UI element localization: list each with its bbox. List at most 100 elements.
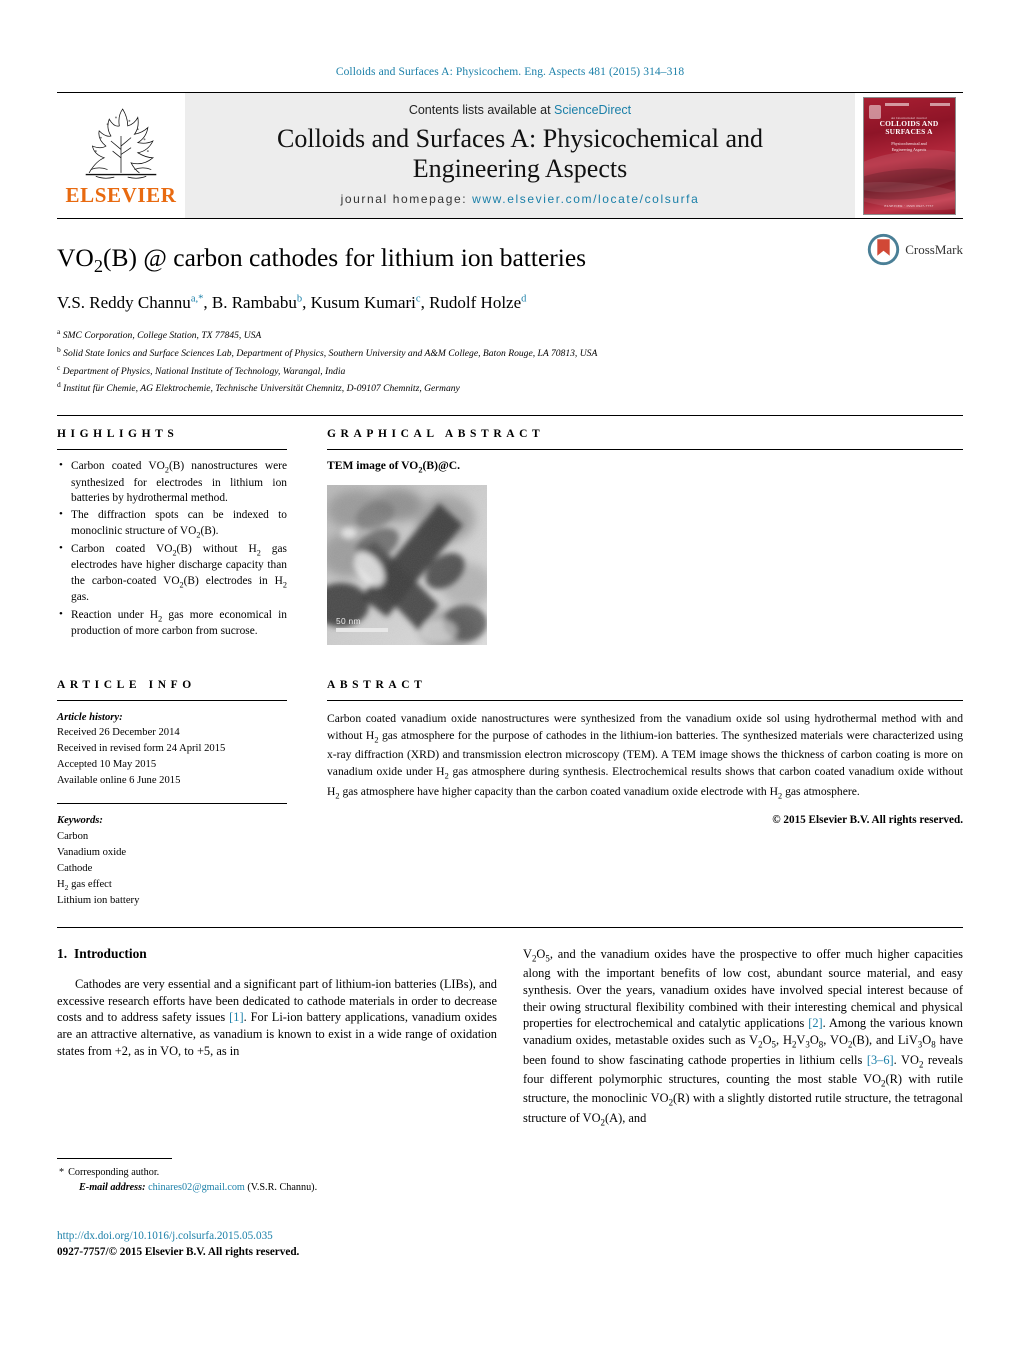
affiliation-mark: c bbox=[57, 362, 61, 372]
author-name: Rudolf Holze bbox=[429, 293, 522, 313]
keyword-item: Cathode bbox=[57, 862, 93, 874]
asterisk-icon: * bbox=[59, 1167, 65, 1178]
author-marks[interactable]: b bbox=[297, 293, 302, 304]
sciencedirect-link[interactable]: ScienceDirect bbox=[554, 103, 631, 117]
email-owner: (V.S.R. Channu). bbox=[247, 1182, 318, 1194]
body-column-right: V2O5, and the vanadium oxides have the p… bbox=[523, 946, 963, 1137]
list-item: Carbon coated VO2(B) without H2 gas elec… bbox=[59, 541, 287, 605]
abstract-column: ABSTRACT Carbon coated vanadium oxide na… bbox=[305, 667, 963, 909]
homepage-label: journal homepage: bbox=[340, 191, 473, 206]
highlights-rule bbox=[57, 449, 287, 451]
contents-prefix: Contents lists available at bbox=[408, 103, 555, 118]
journal-cover-block: An International Journal COLLOIDS AND SU… bbox=[855, 93, 963, 218]
list-item: Carbon coated VO2(B) nanostructures were… bbox=[59, 458, 287, 506]
cover-sub-line2: Engineering Aspects bbox=[891, 146, 927, 152]
section-title-introduction: 1. Introduction bbox=[57, 946, 497, 962]
affiliation-mark: d bbox=[57, 380, 61, 390]
affiliation-text: SMC Corporation, College Station, TX 778… bbox=[62, 330, 262, 342]
abstract-rule bbox=[327, 699, 963, 701]
keywords-block: Keywords: Carbon Vanadium oxide Cathode … bbox=[57, 813, 287, 909]
cover-bottom-text: ELSEVIER · ISSN 0927-7757 bbox=[884, 203, 934, 208]
keyword-item: Carbon bbox=[57, 830, 89, 842]
keywords-label: Keywords: bbox=[57, 814, 103, 826]
homepage-url[interactable]: www.elsevier.com/locate/colsurfa bbox=[472, 192, 699, 206]
cover-top-rules bbox=[869, 102, 950, 107]
cover-top-small: An International Journal bbox=[891, 115, 927, 120]
title-area: CrossMark VO2(B) @ carbon cathodes for l… bbox=[57, 219, 963, 397]
history-item: Received in revised form 24 April 2015 bbox=[57, 743, 226, 755]
doi-link[interactable]: http://dx.doi.org/10.1016/j.colsurfa.201… bbox=[57, 1228, 299, 1244]
running-head: Colloids and Surfaces A: Physicochem. En… bbox=[335, 66, 685, 78]
tem-image: 50 nm bbox=[327, 484, 487, 645]
author-marks[interactable]: a,* bbox=[191, 293, 204, 304]
email-label: E-mail address: bbox=[79, 1182, 146, 1194]
title-post: (B) @ carbon cathodes for lithium ion ba… bbox=[103, 243, 587, 272]
citation-ref-1[interactable]: [1] bbox=[229, 1010, 243, 1024]
citation-ref-3-6[interactable]: [3–6] bbox=[867, 1053, 894, 1067]
body-top-rule bbox=[57, 926, 963, 928]
article-info-rule bbox=[57, 699, 287, 701]
citation-ref-2[interactable]: [2] bbox=[808, 1016, 822, 1030]
affiliation-item: b Solid State Ionics and Surface Science… bbox=[57, 344, 963, 362]
body-columns: 1. Introduction Cathodes are very essenti… bbox=[57, 946, 963, 1137]
graphical-abstract-rule bbox=[327, 449, 963, 451]
highlights-column: HIGHLIGHTS Carbon coated VO2(B) nanostru… bbox=[57, 416, 305, 644]
email-note: E-mail address: chinares02@gmail.com (V.… bbox=[57, 1180, 477, 1195]
affiliation-text: Solid State Ionics and Surface Sciences … bbox=[63, 348, 598, 360]
article-history-label: Article history: bbox=[57, 711, 123, 723]
affiliation-text: Institut für Chemie, AG Elektrochemie, T… bbox=[63, 383, 460, 395]
journal-masthead: ELSEVIER Contents lists available at Sci… bbox=[57, 92, 963, 218]
elsevier-wordmark: ELSEVIER bbox=[65, 183, 177, 207]
graphical-abstract-caption: TEM image of VO2(B)@C. bbox=[327, 459, 461, 475]
crossmark-label: CrossMark bbox=[905, 241, 963, 257]
author-marks[interactable]: d bbox=[521, 293, 526, 304]
page-title: VO2(B) @ carbon cathodes for lithium ion… bbox=[57, 243, 817, 277]
paper-page: Colloids and Surfaces A: Physicochem. En… bbox=[0, 0, 1020, 1351]
cover-title-group: An International Journal COLLOIDS AND SU… bbox=[864, 116, 955, 152]
elsevier-logo-block: ELSEVIER bbox=[57, 93, 185, 218]
history-item: Received 26 December 2014 bbox=[57, 727, 180, 739]
section-number: 1. bbox=[57, 945, 68, 961]
affiliation-mark: b bbox=[57, 344, 61, 354]
history-item: Accepted 10 May 2015 bbox=[57, 759, 157, 771]
journal-homepage-line: journal homepage: www.elsevier.com/locat… bbox=[341, 192, 700, 206]
cover-main-line2: SURFACES A bbox=[885, 126, 933, 136]
abstract-copyright: © 2015 Elsevier B.V. All rights reserved… bbox=[772, 814, 963, 827]
author-name: B. Rambabu bbox=[211, 293, 297, 313]
intro-paragraph-right: V2O5, and the vanadium oxides have the p… bbox=[523, 946, 964, 1128]
elsevier-tree-icon bbox=[85, 108, 157, 179]
list-item: Reaction under H2 gas more economical in… bbox=[59, 607, 287, 640]
tem-scale-bar bbox=[336, 627, 388, 632]
corresponding-author-note: * Corresponding author. bbox=[57, 1165, 477, 1180]
body-column-left: 1. Introduction Cathodes are very essenti… bbox=[57, 946, 497, 1137]
graphical-abstract-heading: GRAPHICAL ABSTRACT bbox=[327, 428, 545, 441]
contents-available-line: Contents lists available at ScienceDirec… bbox=[409, 103, 631, 117]
tem-scale-label: 50 nm bbox=[336, 615, 361, 626]
intro-paragraph-left: Cathodes are very essential and a signif… bbox=[57, 976, 497, 1058]
abstract-text: Carbon coated vanadium oxide nanostructu… bbox=[327, 711, 963, 801]
author-list: V.S. Reddy Channua,*, B. Rambabub, Kusum… bbox=[57, 293, 527, 313]
keyword-item: Vanadium oxide bbox=[57, 846, 127, 858]
email-link[interactable]: chinares02@gmail.com bbox=[148, 1182, 245, 1193]
affiliation-item: a SMC Corporation, College Station, TX 7… bbox=[57, 326, 963, 344]
corresponding-author-text: Corresponding author. bbox=[68, 1167, 160, 1178]
title-sub: 2 bbox=[93, 256, 104, 277]
section-heading: Introduction bbox=[74, 945, 147, 961]
author-marks[interactable]: c bbox=[416, 293, 421, 304]
article-info-heading: ARTICLE INFO bbox=[57, 678, 196, 691]
abstract-heading: ABSTRACT bbox=[327, 678, 427, 691]
journal-title: Colloids and Surfaces A: Physicochemical… bbox=[277, 124, 763, 183]
footer-block: http://dx.doi.org/10.1016/j.colsurfa.201… bbox=[57, 1228, 299, 1260]
crossmark-badge[interactable]: CrossMark bbox=[867, 233, 963, 266]
footnote-rule bbox=[57, 1158, 172, 1159]
affiliation-list: a SMC Corporation, College Station, TX 7… bbox=[57, 326, 963, 397]
highlights-heading: HIGHLIGHTS bbox=[57, 428, 179, 441]
affiliation-item: c Department of Physics, National Instit… bbox=[57, 362, 963, 380]
article-history-block: Article history: Received 26 December 20… bbox=[57, 710, 287, 789]
keyword-item: Lithium ion battery bbox=[57, 895, 140, 907]
title-pre: VO bbox=[57, 243, 94, 272]
history-item: Available online 6 June 2015 bbox=[57, 775, 181, 787]
author-name: Kusum Kumari bbox=[310, 293, 416, 313]
masthead-center: Contents lists available at ScienceDirec… bbox=[185, 93, 855, 218]
highlights-list: Carbon coated VO2(B) nanostructures were… bbox=[57, 458, 287, 640]
